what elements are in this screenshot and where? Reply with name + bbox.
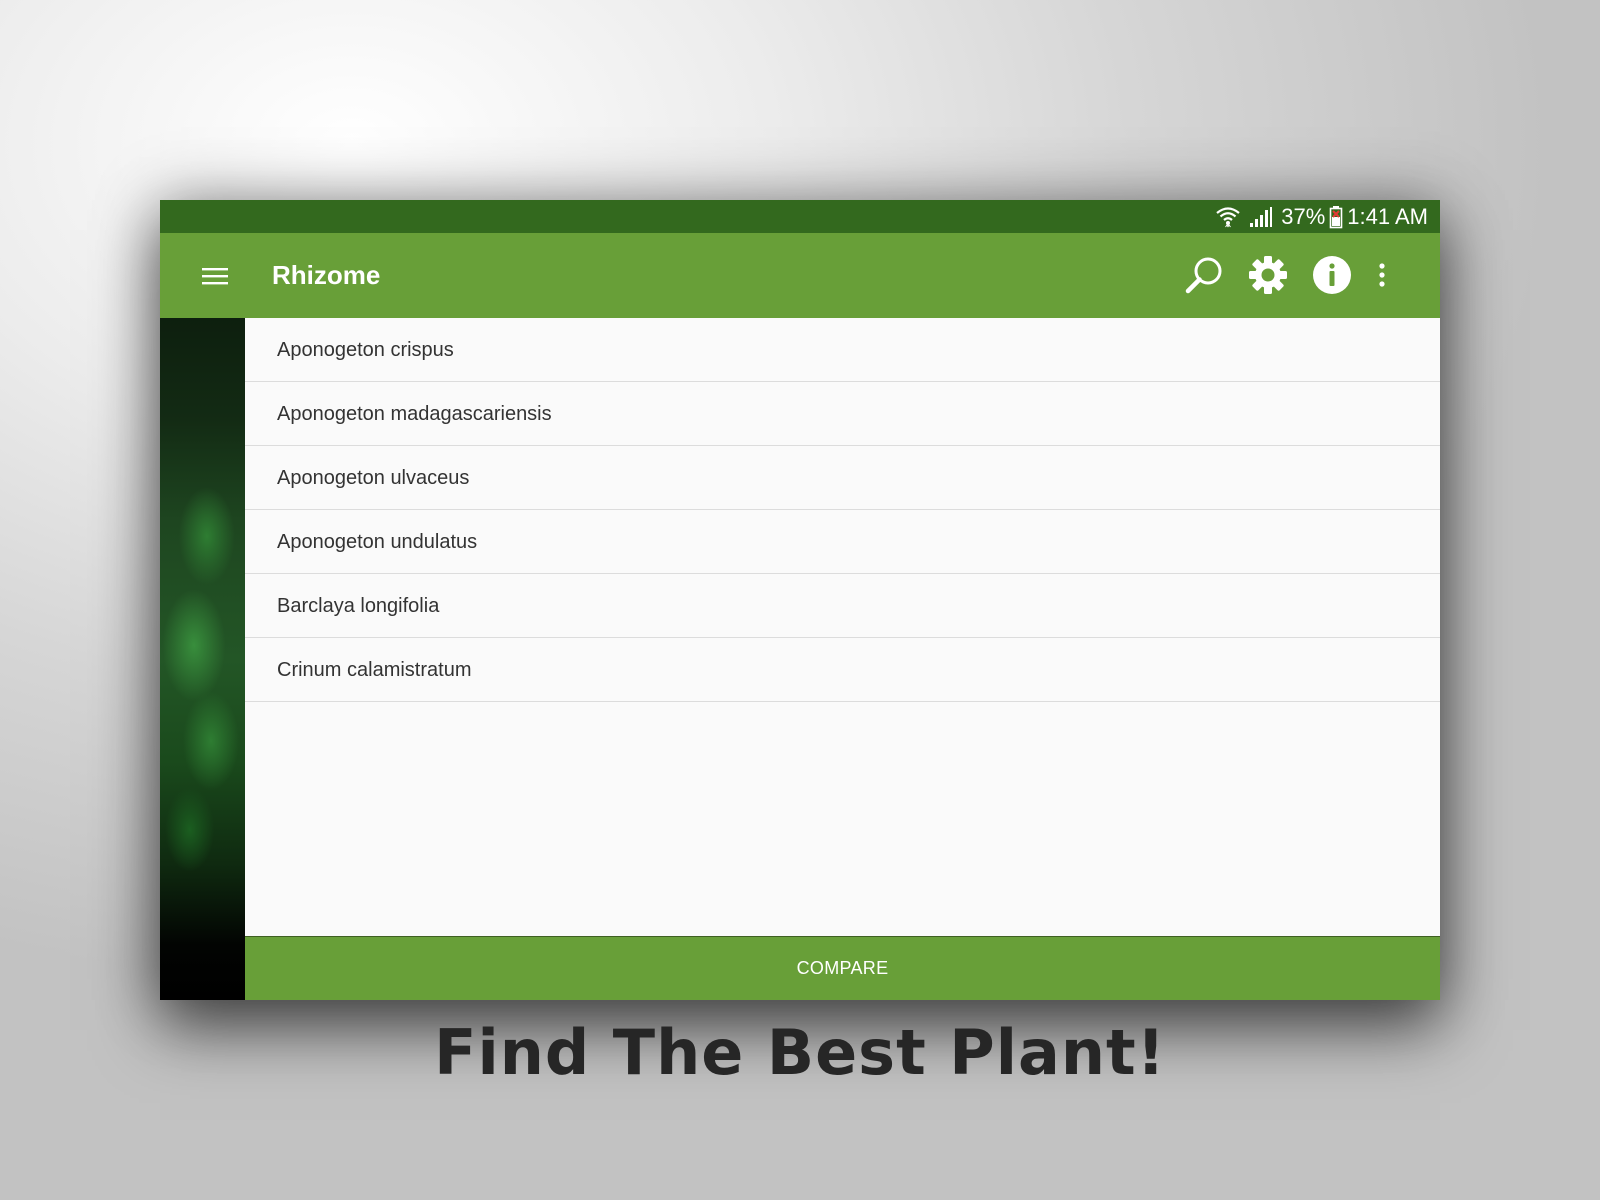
more-vert-icon — [1379, 263, 1385, 287]
list-item[interactable]: Aponogeton madagascariensis — [245, 382, 1440, 446]
info-icon — [1313, 256, 1351, 294]
menu-button[interactable] — [198, 259, 232, 293]
search-icon — [1185, 257, 1222, 294]
battery-percent: 37% — [1281, 204, 1326, 229]
app-title: Rhizome — [272, 260, 381, 290]
cell-signal-icon — [1249, 206, 1273, 228]
menu-icon — [202, 268, 228, 285]
list-item[interactable]: Crinum calamistratum — [245, 638, 1440, 702]
wifi-icon — [1215, 205, 1241, 229]
info-button[interactable] — [1310, 253, 1354, 297]
tablet-screen: 37% 1:41 AM Rhizome Aponogeton crispus A… — [160, 200, 1440, 1000]
plant-background-image — [160, 318, 245, 1000]
list-item[interactable]: Aponogeton crispus — [245, 318, 1440, 382]
compare-button[interactable]: COMPARE — [245, 936, 1440, 1000]
settings-button[interactable] — [1246, 253, 1290, 297]
more-options-button[interactable] — [1368, 253, 1396, 297]
search-button[interactable] — [1182, 253, 1226, 297]
status-time: 1:41 AM — [1347, 204, 1428, 229]
app-bar: Rhizome — [160, 233, 1440, 318]
plant-list: Aponogeton crispus Aponogeton madagascar… — [245, 318, 1440, 702]
list-item[interactable]: Aponogeton ulvaceus — [245, 446, 1440, 510]
list-item[interactable]: Aponogeton undulatus — [245, 510, 1440, 574]
status-bar: 37% 1:41 AM — [160, 200, 1440, 233]
list-item[interactable]: Barclaya longifolia — [245, 574, 1440, 638]
battery-icon — [1329, 205, 1343, 229]
gear-icon — [1249, 256, 1287, 294]
tagline: Find The Best Plant! — [434, 1016, 1166, 1089]
